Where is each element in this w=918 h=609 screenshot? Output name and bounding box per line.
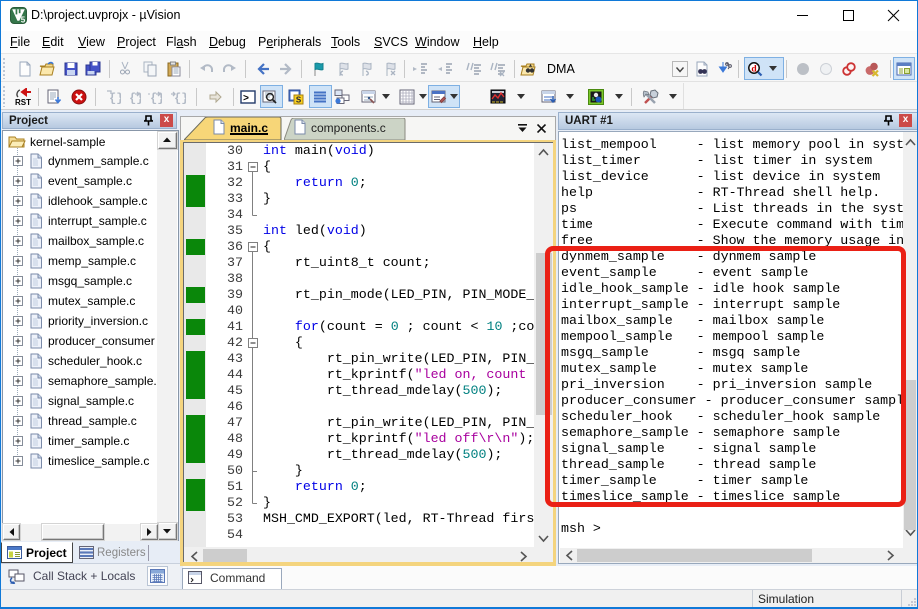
svg-text:>: > [243, 94, 249, 105]
svg-text:RST: RST [15, 98, 31, 106]
svg-text:S: S [296, 96, 302, 105]
svg-text:{}: {} [174, 92, 186, 106]
svg-text:5: 5 [21, 16, 26, 25]
svg-text:d: d [751, 65, 757, 75]
